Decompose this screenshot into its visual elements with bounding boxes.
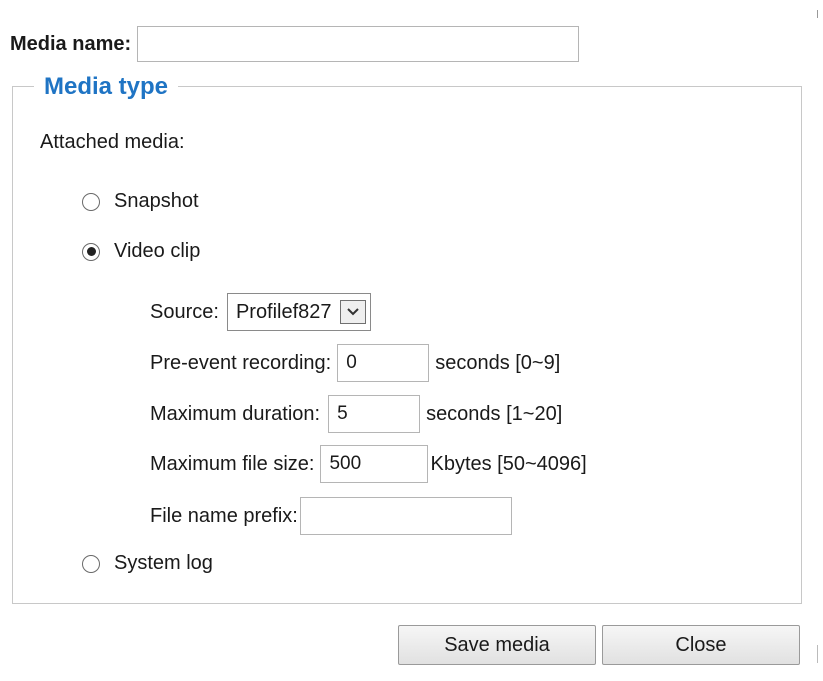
source-row: Source: Profilef827 bbox=[150, 293, 371, 331]
radio-system-log-circle[interactable] bbox=[82, 554, 100, 573]
radio-snapshot-circle[interactable] bbox=[82, 192, 100, 211]
radio-system-log-label: System log bbox=[114, 552, 213, 574]
media-type-legend: Media type bbox=[34, 72, 179, 102]
chevron-down-icon[interactable] bbox=[339, 300, 366, 324]
radio-system-log[interactable]: System log bbox=[82, 552, 213, 575]
max-duration-input[interactable] bbox=[328, 395, 421, 433]
radio-video-clip-label: Video clip bbox=[114, 240, 201, 262]
file-name-prefix-row: File name prefix: bbox=[150, 497, 512, 535]
pre-event-row: Pre-event recording: seconds [0~9] bbox=[150, 344, 560, 382]
edge-mark bbox=[817, 10, 818, 18]
save-media-button[interactable]: Save media bbox=[398, 625, 596, 665]
media-name-label: Media name: bbox=[10, 32, 132, 55]
max-file-size-label: Maximum file size: bbox=[150, 452, 315, 475]
max-duration-label: Maximum duration: bbox=[150, 402, 321, 425]
pre-event-label: Pre-event recording: bbox=[150, 351, 332, 374]
file-name-prefix-label: File name prefix: bbox=[150, 504, 298, 527]
radio-snapshot[interactable]: Snapshot bbox=[82, 190, 199, 213]
max-duration-row: Maximum duration: seconds [1~20] bbox=[150, 395, 562, 433]
pre-event-unit: seconds [0~9] bbox=[435, 351, 561, 374]
close-button[interactable]: Close bbox=[602, 625, 800, 665]
source-select-value: Profilef827 bbox=[235, 300, 332, 323]
radio-snapshot-label: Snapshot bbox=[114, 190, 199, 212]
attached-media-label: Attached media: bbox=[40, 131, 185, 153]
edge-mark bbox=[817, 645, 818, 663]
max-file-size-row: Maximum file size: Kbytes [50~4096] bbox=[150, 445, 587, 483]
radio-video-clip-circle[interactable] bbox=[82, 242, 100, 261]
radio-video-clip[interactable]: Video clip bbox=[82, 240, 200, 263]
file-name-prefix-input[interactable] bbox=[299, 497, 512, 535]
source-label: Source: bbox=[150, 300, 219, 323]
source-select[interactable]: Profilef827 bbox=[226, 293, 371, 331]
pre-event-input[interactable] bbox=[337, 344, 430, 382]
media-name-input[interactable] bbox=[137, 26, 580, 62]
max-file-size-input[interactable] bbox=[320, 445, 429, 483]
media-name-row: Media name: bbox=[10, 26, 580, 62]
radio-selected-dot bbox=[86, 247, 96, 256]
max-duration-unit: seconds [1~20] bbox=[426, 402, 563, 425]
max-file-size-unit: Kbytes [50~4096] bbox=[430, 452, 587, 475]
